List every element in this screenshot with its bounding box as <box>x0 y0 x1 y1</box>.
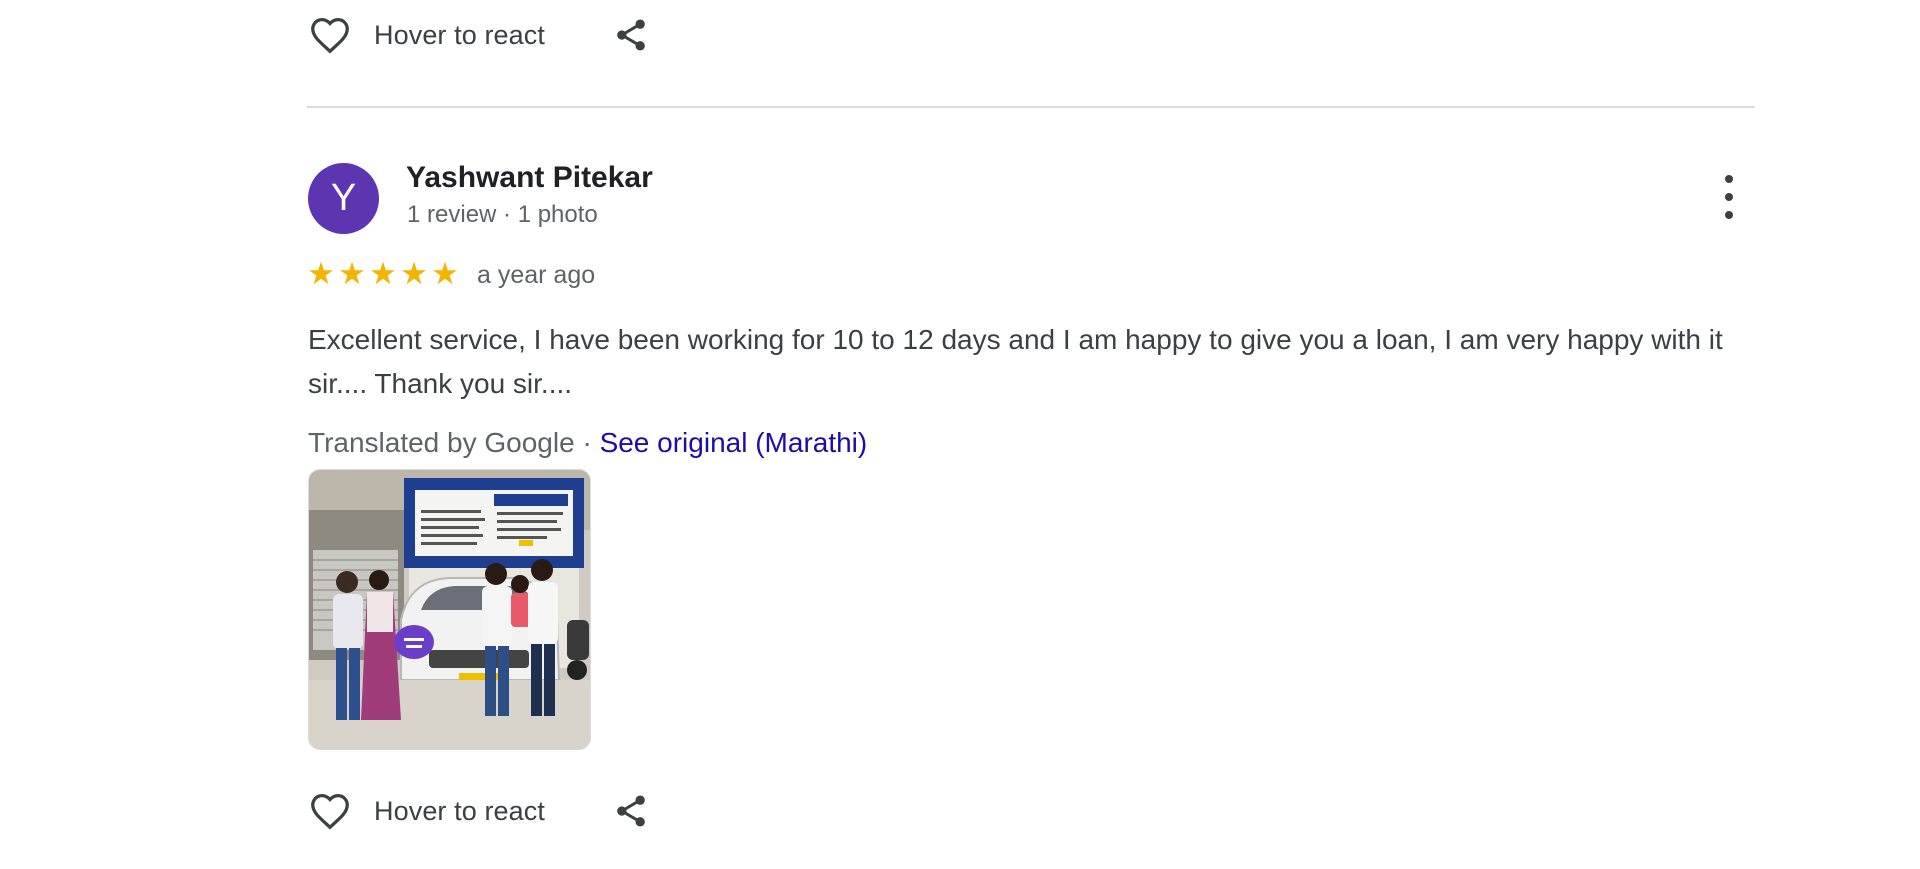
see-original-link[interactable]: See original (Marathi) <box>600 427 868 458</box>
star-rating: ★ ★ ★ ★ ★ <box>306 258 460 290</box>
star-icon: ★ <box>400 256 428 291</box>
review-text: Excellent service, I have been working f… <box>308 324 1723 399</box>
share-button[interactable] <box>611 15 651 55</box>
react-label: Hover to react <box>374 19 545 50</box>
avatar[interactable]: Y <box>308 163 379 234</box>
previous-review-reaction-row: Hover to react <box>307 10 651 60</box>
review-reaction-row: Hover to react <box>307 786 651 836</box>
review-divider <box>307 106 1755 108</box>
share-icon <box>611 15 651 55</box>
review-photo[interactable] <box>308 469 591 750</box>
react-label: Hover to react <box>374 795 545 826</box>
star-icon: ★ <box>431 256 459 291</box>
react-button[interactable]: Hover to react <box>307 788 545 834</box>
heart-outline-icon <box>307 788 353 834</box>
review-time: a year ago <box>477 261 596 289</box>
share-icon <box>611 791 651 831</box>
more-options-button[interactable] <box>1712 175 1746 219</box>
reviewer-name[interactable]: Yashwant Pitekar <box>406 161 653 195</box>
star-icon: ★ <box>338 256 366 291</box>
react-button[interactable]: Hover to react <box>307 12 545 58</box>
share-button[interactable] <box>611 791 651 831</box>
translated-by-label: Translated by Google <box>308 427 575 458</box>
heart-outline-icon <box>307 12 353 58</box>
separator: · <box>582 427 592 458</box>
translation-line: Translated by Google · See original (Mar… <box>308 427 867 459</box>
more-vertical-icon <box>1725 175 1733 183</box>
review-photo-image <box>309 470 590 749</box>
star-icon: ★ <box>307 256 335 291</box>
star-icon: ★ <box>369 256 397 291</box>
reviewer-meta: 1 review · 1 photo <box>407 201 598 228</box>
